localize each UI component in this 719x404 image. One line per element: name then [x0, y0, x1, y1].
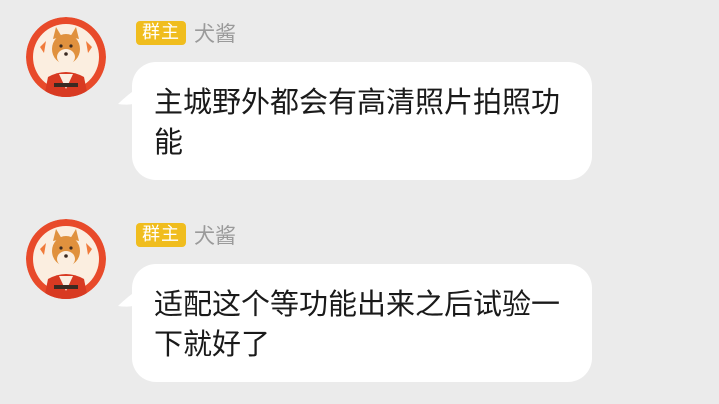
avatar[interactable] — [26, 17, 106, 97]
chat-message: 群主 犬酱 适配这个等功能出来之后试验一下就好了 — [0, 202, 719, 402]
sender-name: 犬酱 — [194, 22, 236, 46]
message-header: 群主 犬酱 — [136, 21, 236, 46]
message-header: 群主 犬酱 — [136, 223, 236, 248]
owner-badge: 群主 — [136, 223, 186, 247]
chat-message: 群主 犬酱 主城野外都会有高清照片拍照功能 — [0, 0, 719, 200]
avatar[interactable] — [26, 219, 106, 299]
shiba-dog-avatar-icon — [26, 17, 106, 97]
chat-area: 群主 犬酱 主城野外都会有高清照片拍照功能 群主 犬酱 适配这个等功能出来之后试… — [0, 0, 719, 404]
shiba-dog-avatar-icon — [26, 219, 106, 299]
message-bubble[interactable]: 主城野外都会有高清照片拍照功能 — [132, 62, 592, 180]
message-bubble[interactable]: 适配这个等功能出来之后试验一下就好了 — [132, 264, 592, 382]
sender-name: 犬酱 — [194, 224, 236, 248]
owner-badge: 群主 — [136, 21, 186, 45]
